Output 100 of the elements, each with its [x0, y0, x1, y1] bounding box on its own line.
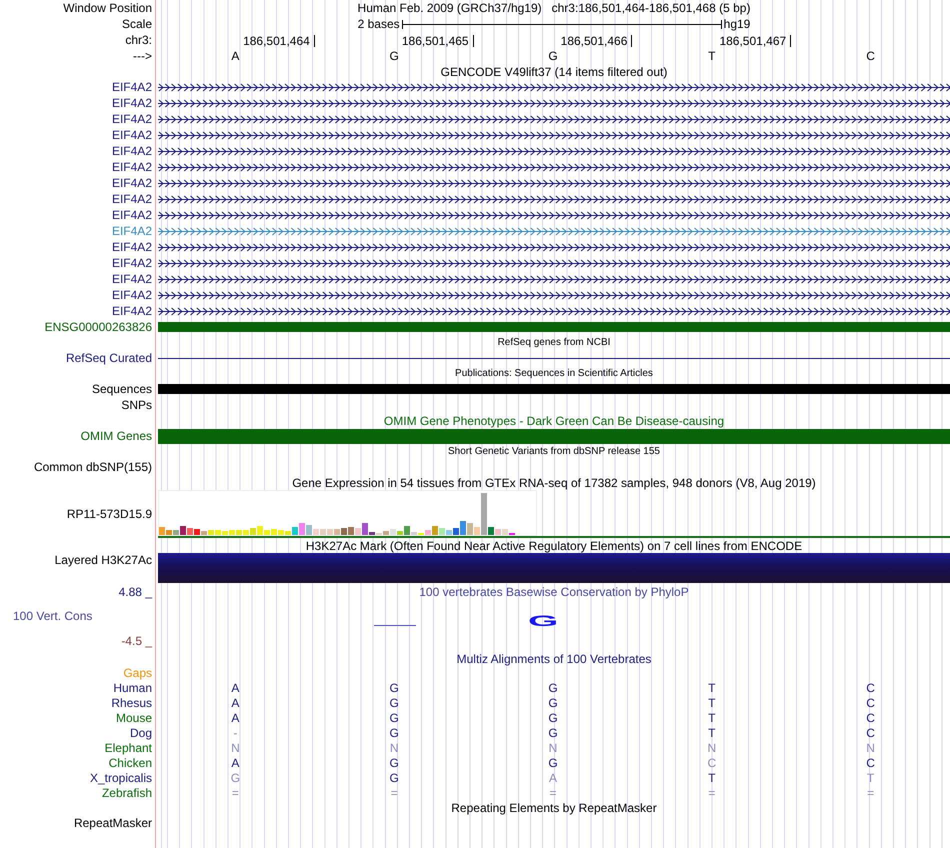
aligned-base: T [708, 710, 716, 724]
track-title: GENCODE V49lift37 (14 items filtered out) [440, 64, 668, 78]
coordinate-label: 186,501,467 [719, 35, 792, 47]
aligned-base: N [866, 740, 875, 754]
aligned-base: G [390, 726, 399, 740]
gene-label[interactable]: EIF4A2 [112, 304, 152, 318]
aligned-base: T [708, 680, 716, 694]
species-label[interactable]: Dog [130, 726, 152, 740]
species-label[interactable]: Mouse [116, 710, 152, 724]
aligned-base: G [390, 696, 399, 710]
track-label[interactable]: SNPs [121, 398, 152, 412]
reference-base: T [708, 49, 716, 63]
gene-label[interactable]: EIF4A2 [112, 192, 152, 206]
gene-label[interactable]: EIF4A2 [112, 128, 152, 142]
species-label[interactable]: Human [113, 680, 152, 694]
aligned-base: T [708, 770, 716, 784]
track-label[interactable]: ENSG00000263826 [44, 320, 152, 334]
aligned-base: A [231, 680, 240, 694]
aligned-base: G [230, 770, 240, 784]
aligned-base: T [708, 696, 716, 710]
aligned-base: G [390, 710, 399, 724]
aligned-base: G [390, 680, 399, 694]
species-label[interactable]: Chicken [108, 756, 152, 770]
aligned-base: = [867, 786, 874, 800]
aligned-base: A [231, 756, 240, 770]
aligned-base: = [232, 786, 239, 800]
aligned-base: - [233, 726, 238, 740]
track-title: Gene Expression in 54 tissues from GTEx RNA-seq of 17382 samples, 948 donors (V8, Aug 2019) [292, 476, 816, 490]
track-title: Short Genetic Variants from dbSNP release 155 [448, 444, 660, 458]
track-label[interactable]: Sequences [92, 382, 152, 396]
track-label[interactable]: Layered H3K27Ac [54, 553, 152, 567]
axis-min-label: -4.5 _ [121, 633, 152, 649]
gene-label[interactable]: EIF4A2 [112, 112, 152, 126]
aligned-base: G [548, 680, 558, 694]
aligned-base: T [866, 770, 874, 784]
track-title: H3K27Ac Mark (Often Found Near Active Regulatory Elements) on 7 cell lines from ENCODE [306, 538, 802, 552]
track-label[interactable]: OMIM Genes [80, 429, 152, 443]
track-label[interactable]: RP11-573D15.9 [66, 507, 152, 521]
track-title: Publications: Sequences in Scientific Articles [455, 366, 653, 380]
aligned-base: A [231, 710, 240, 724]
track-title: OMIM Gene Phenotypes - Dark Green Can Be Disease-causing [384, 414, 724, 428]
logo-letter: G [528, 615, 558, 629]
track-title: RefSeq genes from NCBI [498, 336, 610, 350]
row-label: ---> [133, 49, 152, 63]
aligned-base: C [707, 756, 716, 770]
gene-label[interactable]: EIF4A2 [112, 80, 152, 94]
reference-base: G [548, 49, 558, 63]
axis-max-label: 4.88 _ [118, 585, 152, 599]
aligned-base: G [548, 696, 558, 710]
species-label[interactable]: Elephant [104, 740, 152, 754]
species-label[interactable]: Rhesus [111, 696, 152, 710]
aligned-base: C [866, 696, 875, 710]
aligned-base: G [390, 770, 399, 784]
track-label[interactable]: RepeatMasker [74, 816, 152, 830]
aligned-base: N [707, 740, 716, 754]
aligned-base: = [390, 786, 398, 800]
track-title: 100 vertebrates Basewise Conservation by PhyloP [419, 585, 689, 599]
species-label[interactable]: X_tropicalis [90, 770, 152, 784]
assembly-text: hg19 [724, 17, 750, 31]
aligned-base: A [231, 696, 240, 710]
aligned-base: = [549, 786, 556, 800]
gene-label[interactable]: EIF4A2 [112, 96, 152, 110]
aligned-base: T [708, 726, 716, 740]
scale-text: 2 bases [358, 17, 400, 31]
aligned-base: N [390, 740, 399, 754]
gene-label[interactable]: EIF4A2 [112, 208, 152, 222]
reference-base: G [390, 49, 399, 63]
position-title: Human Feb. 2009 (GRCh37/hg19) chr3:186,501,464-186,501,468 (5 bp) [358, 1, 750, 15]
gene-label[interactable]: EIF4A2 [112, 256, 152, 270]
coordinate-label: 186,501,465 [402, 35, 474, 47]
aligned-base: G [548, 756, 558, 770]
aligned-base: C [866, 726, 875, 740]
aligned-base: C [866, 756, 875, 770]
feature-bar[interactable] [158, 428, 950, 444]
row-label: chr3: [125, 33, 152, 47]
track-label[interactable]: Common dbSNP(155) [34, 460, 152, 474]
gene-label[interactable]: EIF4A2 [112, 272, 152, 286]
coordinate-label: 186,501,464 [243, 35, 315, 47]
gene-label[interactable]: EIF4A2 [112, 224, 152, 238]
aligned-base: G [390, 756, 399, 770]
aligned-base: N [231, 740, 240, 754]
gene-label[interactable]: EIF4A2 [112, 144, 152, 158]
gene-label[interactable]: EIF4A2 [112, 176, 152, 190]
reference-base: C [866, 49, 875, 63]
aligned-base: N [548, 740, 558, 754]
aligned-base: C [866, 680, 875, 694]
gene-label[interactable]: EIF4A2 [112, 160, 152, 174]
aligned-base: C [866, 710, 875, 724]
track-label[interactable]: 100 Vert. Cons [0, 609, 92, 623]
aligned-base: G [548, 726, 558, 740]
aligned-base: G [548, 710, 558, 724]
track-title: Repeating Elements by RepeatMasker [451, 800, 657, 814]
row-label: Window Position [63, 1, 152, 15]
aligned-base: A [548, 770, 557, 784]
gene-label[interactable]: EIF4A2 [112, 240, 152, 254]
gene-label[interactable]: EIF4A2 [112, 288, 152, 302]
coordinate-label: 186,501,466 [560, 35, 632, 47]
reference-base: A [231, 49, 240, 63]
track-label[interactable]: RefSeq Curated [66, 351, 152, 365]
species-label[interactable]: Zebrafish [102, 786, 152, 800]
